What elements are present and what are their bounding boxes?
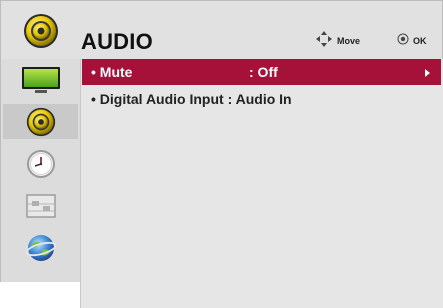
move-hint-label: Move: [337, 36, 361, 46]
four-way-arrows-icon: [315, 30, 333, 53]
sidebar-item-network[interactable]: [3, 230, 78, 265]
audio-speaker-icon: [23, 13, 59, 49]
sidebar-item-time[interactable]: [3, 146, 78, 181]
sidebar-item-picture[interactable]: [3, 62, 78, 97]
menu-item-digital-audio-input[interactable]: • Digital Audio Input : Audio In: [82, 88, 441, 114]
move-hint: Move: [315, 30, 361, 53]
page-title: AUDIO: [81, 29, 153, 54]
menu-header: AUDIO Move OK: [1, 1, 442, 59]
menu-item-label: • Digital Audio Input : Audio In: [91, 91, 292, 107]
audio-speaker-icon: [26, 107, 56, 137]
menu-item-label: • Mute: [91, 64, 133, 80]
menu-item-mute[interactable]: • Mute : Off: [82, 59, 441, 85]
category-sidebar: [1, 59, 80, 282]
clock-icon: [26, 149, 56, 179]
menu-item-value: : Off: [249, 64, 278, 80]
globe-icon: [25, 232, 57, 264]
toolbox-icon: [25, 192, 57, 220]
sidebar-item-audio[interactable]: [3, 104, 78, 139]
chevron-right-icon: [425, 69, 430, 77]
ok-button-icon: [397, 32, 409, 50]
sidebar-item-option[interactable]: [3, 188, 78, 223]
menu-content: • Mute : Off • Digital Audio Input : Aud…: [80, 59, 443, 308]
osd-screen: AUDIO Move OK • Mute: Off • Digital Aud…: [0, 0, 443, 308]
menu-frame: AUDIO Move OK • Mute: Off • Digital Aud…: [0, 0, 443, 308]
ok-hint-label: OK: [413, 36, 427, 46]
tv-screen-icon: [21, 65, 61, 95]
ok-hint: OK: [397, 31, 427, 51]
